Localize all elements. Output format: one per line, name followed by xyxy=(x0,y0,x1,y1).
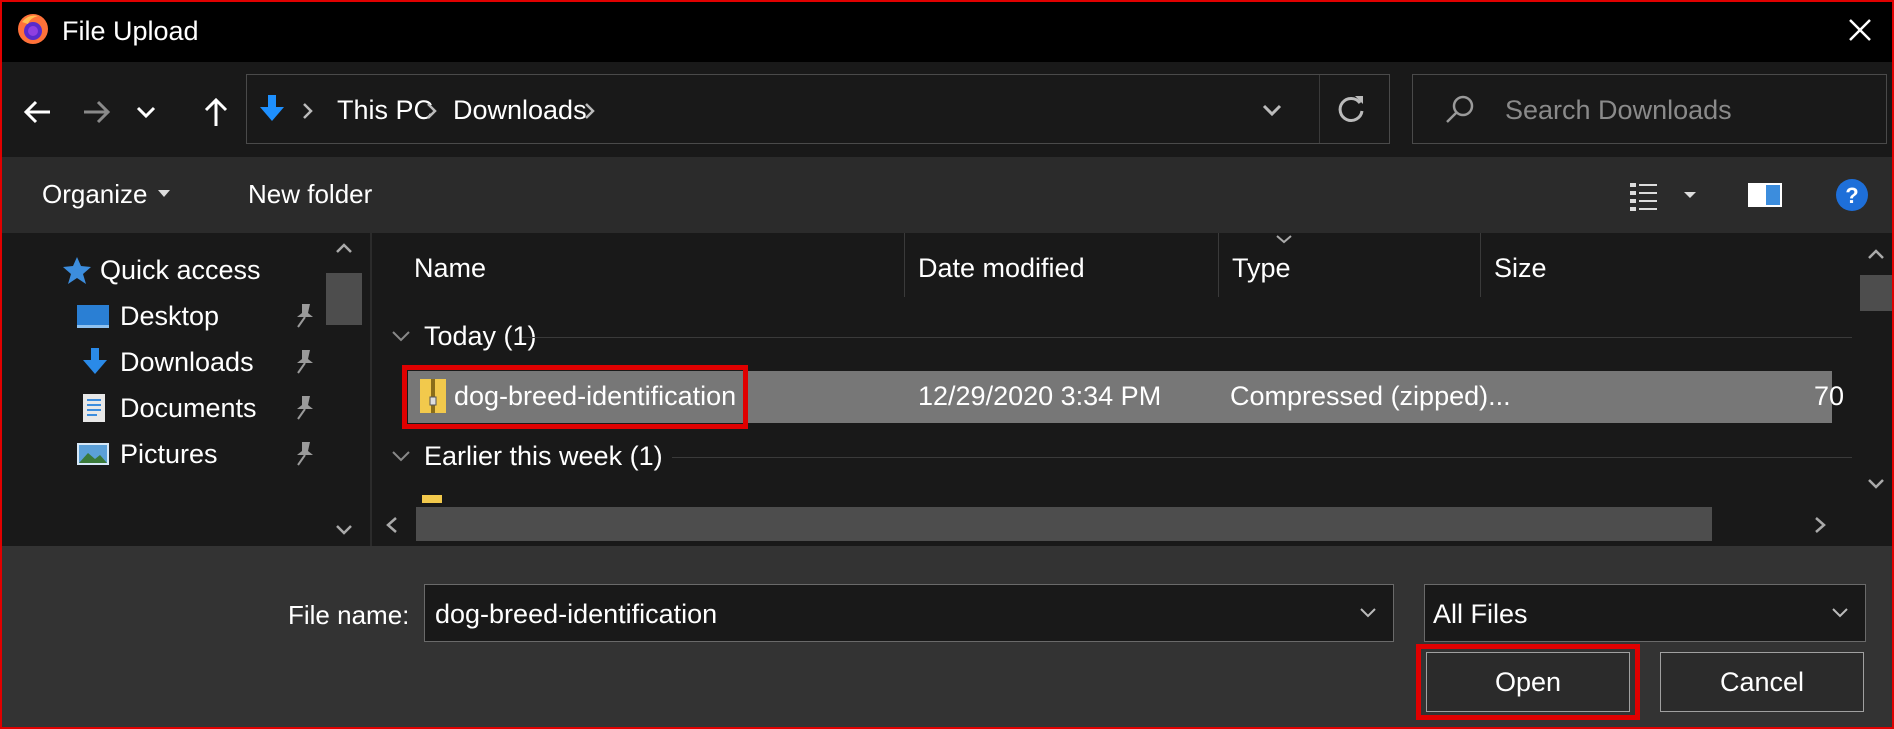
organize-label: Organize xyxy=(42,179,148,209)
command-bar: Organize New folder ? xyxy=(2,157,1892,233)
scrollbar-thumb[interactable] xyxy=(1860,275,1892,311)
group-divider xyxy=(522,337,1852,338)
group-header-earlier-this-week[interactable]: Earlier this week (1) xyxy=(372,435,1852,479)
file-type-select[interactable]: All Files xyxy=(1424,584,1866,642)
address-history-chevron-icon[interactable] xyxy=(1252,90,1292,130)
view-details-icon[interactable] xyxy=(1626,177,1662,213)
column-header-date-modified[interactable]: Date modified xyxy=(918,253,1085,284)
sidebar-item-label: Desktop xyxy=(120,301,220,331)
scroll-up-icon[interactable] xyxy=(1866,247,1886,261)
sort-indicator-icon xyxy=(1276,235,1292,244)
column-separator[interactable] xyxy=(904,233,905,297)
close-icon[interactable] xyxy=(1838,8,1882,52)
chevron-down-icon[interactable] xyxy=(126,92,166,132)
file-name-cell: dog-breed-identification xyxy=(454,381,737,411)
column-separator[interactable] xyxy=(1218,233,1219,297)
downloads-arrow-icon xyxy=(260,95,284,121)
chevron-down-icon xyxy=(1832,608,1848,618)
file-size-cell: 70 xyxy=(1814,381,1845,411)
pin-icon xyxy=(297,396,313,420)
arrow-left-icon[interactable] xyxy=(18,92,58,132)
scroll-left-icon[interactable] xyxy=(384,515,400,535)
title-bar: File Upload xyxy=(2,2,1892,62)
group-label: Today (1) xyxy=(424,321,537,351)
group-divider xyxy=(672,457,1852,458)
chevron-down-icon[interactable] xyxy=(1353,597,1383,627)
file-list: Name Date modified Type Size Today (1) d… xyxy=(372,233,1892,546)
file-list-horizontal-scrollbar[interactable] xyxy=(372,503,1892,546)
address-bar[interactable]: This PC Downloads xyxy=(246,74,1390,144)
address-divider xyxy=(1319,75,1320,143)
sidebar-item-downloads[interactable]: Downloads xyxy=(2,335,332,387)
document-icon xyxy=(83,394,105,422)
arrow-right-icon[interactable] xyxy=(76,92,116,132)
pin-icon xyxy=(297,350,313,374)
pictures-icon xyxy=(77,443,109,465)
search-input[interactable] xyxy=(1503,89,1867,131)
sidebar-item-quick-access[interactable]: Quick access xyxy=(2,243,332,295)
breadcrumb-chevron-icon xyxy=(585,103,595,119)
file-type-value: All Files xyxy=(1433,599,1528,629)
star-icon xyxy=(63,257,91,284)
refresh-icon[interactable] xyxy=(1329,87,1373,131)
file-upload-dialog: File Upload This PC Downloads Search Dow… xyxy=(0,0,1894,729)
help-icon[interactable]: ? xyxy=(1834,177,1870,213)
scroll-up-icon[interactable] xyxy=(334,241,354,255)
navigation-pane: Quick access Desktop Downloads Documents… xyxy=(2,233,370,546)
column-header-type[interactable]: Type xyxy=(1232,253,1291,284)
desktop-icon xyxy=(77,305,109,328)
file-row-selected[interactable]: dog-breed-identification 12/29/2020 3:34… xyxy=(408,371,1844,423)
open-button[interactable]: Open xyxy=(1426,652,1630,712)
file-name-combobox[interactable] xyxy=(424,584,1394,642)
window-title: File Upload xyxy=(62,16,199,46)
pin-icon xyxy=(297,442,313,466)
group-collapse-chevron-icon xyxy=(392,331,410,342)
scroll-right-icon[interactable] xyxy=(1812,515,1828,535)
scroll-down-icon[interactable] xyxy=(1866,477,1886,491)
folder-icon-partial xyxy=(422,495,442,503)
arrow-up-icon[interactable] xyxy=(196,92,236,132)
sidebar-item-pictures[interactable]: Pictures xyxy=(2,427,332,479)
breadcrumb-chevron-icon xyxy=(427,103,437,119)
cancel-button[interactable]: Cancel xyxy=(1660,652,1864,712)
search-icon xyxy=(1446,95,1474,123)
dialog-footer: File name: All Files Open Cancel xyxy=(2,546,1892,727)
pin-icon xyxy=(297,304,313,328)
firefox-icon xyxy=(18,14,48,44)
file-list-vertical-scrollbar[interactable] xyxy=(1856,233,1892,503)
new-folder-button[interactable]: New folder xyxy=(248,179,372,210)
group-header-today[interactable]: Today (1) xyxy=(372,315,1852,359)
preview-pane-icon[interactable] xyxy=(1746,177,1784,213)
column-header-size[interactable]: Size xyxy=(1494,253,1547,284)
group-label: Earlier this week (1) xyxy=(424,441,663,471)
view-options-caret-icon[interactable] xyxy=(1680,185,1700,205)
sidebar-item-label: Quick access xyxy=(100,255,261,285)
download-icon xyxy=(83,348,107,374)
file-type-cell: Compressed (zipped)... xyxy=(1230,381,1511,411)
sidebar-item-desktop[interactable]: Desktop xyxy=(2,289,332,341)
scrollbar-thumb[interactable] xyxy=(416,507,1712,541)
file-name-input[interactable] xyxy=(433,595,1337,633)
breadcrumb-chevron-icon xyxy=(303,103,313,119)
sidebar-item-label: Downloads xyxy=(120,347,254,377)
search-box[interactable] xyxy=(1412,74,1887,144)
scroll-down-icon[interactable] xyxy=(334,523,354,537)
column-separator[interactable] xyxy=(1480,233,1481,297)
sidebar-item-label: Documents xyxy=(120,393,257,423)
breadcrumb-this-pc[interactable]: This PC xyxy=(337,95,433,126)
sidebar-item-documents[interactable]: Documents xyxy=(2,381,332,433)
breadcrumb-downloads[interactable]: Downloads xyxy=(453,95,587,126)
column-header-name[interactable]: Name xyxy=(414,253,486,284)
sidebar-item-label: Pictures xyxy=(120,439,218,469)
navigation-bar: This PC Downloads xyxy=(2,62,1892,157)
file-date-cell: 12/29/2020 3:34 PM xyxy=(918,381,1162,411)
navigation-pane-scrollbar[interactable] xyxy=(324,233,364,546)
file-name-label: File name: xyxy=(288,600,410,630)
organize-button[interactable]: Organize xyxy=(42,179,170,210)
group-collapse-chevron-icon xyxy=(392,451,410,462)
scrollbar-thumb[interactable] xyxy=(326,273,362,325)
zip-folder-icon xyxy=(420,379,446,413)
caret-down-icon xyxy=(157,189,170,197)
help-label: ? xyxy=(1845,183,1858,208)
